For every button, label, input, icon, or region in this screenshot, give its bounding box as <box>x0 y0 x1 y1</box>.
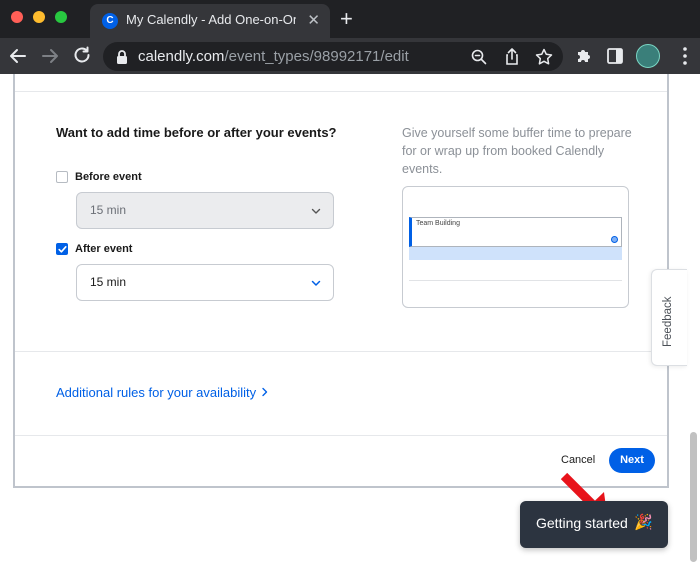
more-menu-icon[interactable] <box>682 46 688 66</box>
buffer-helper-text: Give yourself some buffer time to prepar… <box>402 126 632 176</box>
forward-arrow-icon[interactable] <box>38 44 62 68</box>
feedback-tab[interactable]: Feedback <box>651 269 687 366</box>
getting-started-label: Getting started <box>536 515 628 531</box>
extensions-puzzle-icon[interactable] <box>574 46 594 66</box>
buffer-preview: Team Building <box>402 186 629 308</box>
cancel-button[interactable]: Cancel <box>561 454 595 466</box>
preview-dot-icon <box>611 236 618 243</box>
chevron-down-icon <box>311 208 321 214</box>
after-event-checkbox[interactable] <box>56 243 68 255</box>
buffer-section-title: Want to add time before or after your ev… <box>56 125 337 140</box>
tab-title: My Calendly - Add One-on-One <box>126 12 296 27</box>
new-tab-button[interactable]: + <box>340 7 353 31</box>
sidebar-panel-icon[interactable] <box>605 46 625 66</box>
browser-toolbar: calendly.com/event_types/98992171/edit <box>0 38 700 74</box>
zoom-icon[interactable] <box>469 47 489 67</box>
getting-started-button[interactable]: Getting started 🎉 <box>520 501 668 548</box>
divider <box>15 351 667 352</box>
calendly-favicon-icon: C <box>102 13 118 29</box>
back-arrow-icon[interactable] <box>6 44 30 68</box>
preview-buffer-block <box>409 247 622 260</box>
event-settings-card: Want to add time before or after your ev… <box>13 74 669 488</box>
browser-tab[interactable]: C My Calendly - Add One-on-One ✕ <box>90 4 330 38</box>
after-event-value: 15 min <box>90 275 127 289</box>
chevron-right-icon[interactable] <box>261 387 269 397</box>
before-event-select[interactable]: 15 min <box>76 192 334 229</box>
profile-avatar[interactable] <box>636 44 660 68</box>
chevron-down-icon <box>311 280 321 286</box>
address-bar[interactable]: calendly.com/event_types/98992171/edit <box>103 42 563 71</box>
checkmark-icon <box>58 246 67 253</box>
reload-icon[interactable] <box>70 44 94 68</box>
maximize-window-button[interactable] <box>55 11 67 23</box>
divider <box>15 435 667 436</box>
feedback-label: Feedback <box>662 296 674 347</box>
url-text: calendly.com/event_types/98992171/edit <box>138 48 409 65</box>
scrollbar[interactable] <box>690 432 697 562</box>
before-event-value: 15 min <box>90 203 127 217</box>
browser-tab-bar: C My Calendly - Add One-on-One ✕ + <box>0 0 700 38</box>
url-domain: calendly.com <box>138 48 225 65</box>
before-event-label: Before event <box>75 171 142 183</box>
share-icon[interactable] <box>502 47 522 67</box>
tab-close-icon[interactable]: ✕ <box>307 12 320 30</box>
party-popper-icon: 🎉 <box>634 514 653 531</box>
after-event-select[interactable]: 15 min <box>76 264 334 301</box>
after-event-label: After event <box>75 243 133 255</box>
before-event-checkbox[interactable] <box>56 171 68 183</box>
divider <box>409 280 622 281</box>
close-window-button[interactable] <box>11 11 23 23</box>
additional-rules-link[interactable]: Additional rules for your availability <box>56 385 256 400</box>
lock-icon <box>117 50 127 64</box>
divider <box>15 91 667 92</box>
preview-event-block: Team Building <box>409 217 622 247</box>
preview-event-title: Team Building <box>416 220 460 227</box>
url-path: /event_types/98992171/edit <box>224 48 409 65</box>
minimize-window-button[interactable] <box>33 11 45 23</box>
bookmark-star-icon[interactable] <box>534 47 554 67</box>
page-content: Want to add time before or after your ev… <box>0 74 700 565</box>
